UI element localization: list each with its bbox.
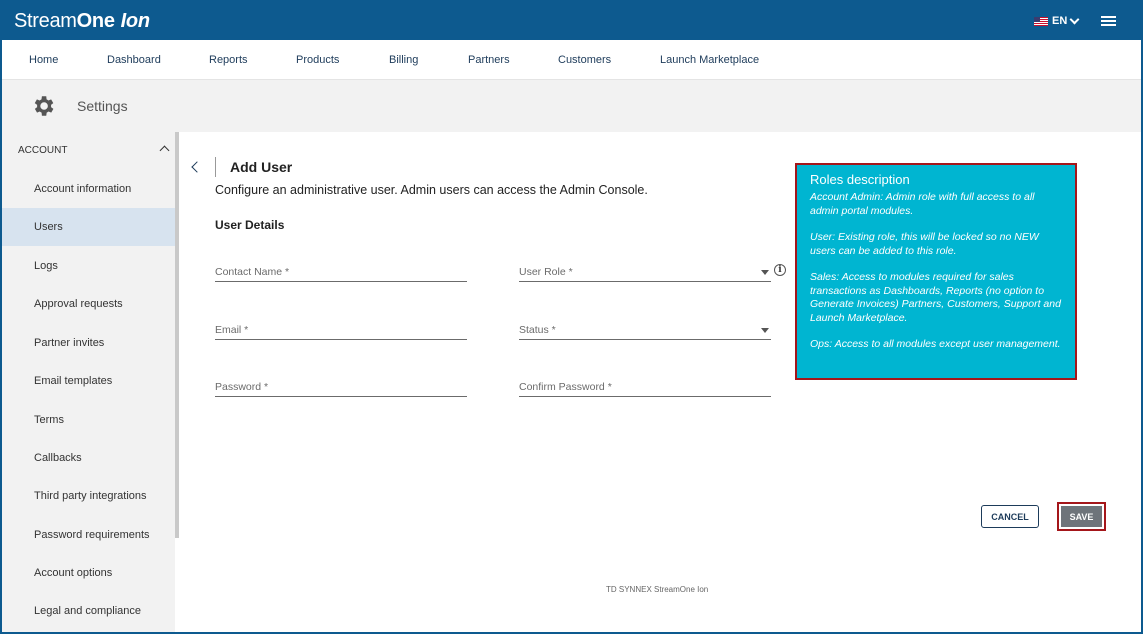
contact-name-field: [215, 262, 467, 282]
footer-text: TD SYNNEX StreamOne Ion: [606, 585, 709, 594]
roles-description-tooltip: Roles description Account Admin: Admin r…: [795, 163, 1077, 380]
roles-tooltip-title: Roles description: [810, 172, 910, 187]
settings-title: Settings: [77, 98, 128, 114]
confirm-password-field: [519, 377, 771, 397]
save-button[interactable]: SAVE: [1061, 506, 1102, 527]
sidebar-item-partner-invites[interactable]: Partner invites: [2, 324, 175, 362]
gear-icon: [34, 96, 54, 116]
brand-name-bold: One: [76, 10, 115, 32]
brand-logo[interactable]: StreamOne Ion: [14, 9, 150, 33]
user-role-select[interactable]: [519, 262, 771, 278]
info-icon[interactable]: i: [774, 264, 786, 276]
nav-item-billing[interactable]: Billing: [389, 54, 418, 66]
sidebar-item-logs[interactable]: Logs: [2, 247, 175, 285]
sidebar-item-terms[interactable]: Terms: [2, 401, 175, 439]
page-title: Add User: [230, 159, 293, 175]
sidebar-item-password-requirements[interactable]: Password requirements: [2, 516, 175, 554]
nav-item-dashboard[interactable]: Dashboard: [107, 54, 161, 66]
sidebar: ACCOUNT Account information Users Logs A…: [2, 132, 175, 632]
role-description-sales: Sales: Access to modules required for sa…: [810, 271, 1061, 324]
role-description-user: User: Existing role, this will be locked…: [810, 231, 1039, 257]
sidebar-item-callbacks[interactable]: Callbacks: [2, 439, 175, 477]
email-field: [215, 320, 467, 340]
top-bar: StreamOne Ion EN: [0, 0, 1143, 40]
language-label: EN: [1052, 15, 1068, 27]
password-input[interactable]: [215, 377, 467, 393]
brand-name-regular: Stream: [14, 10, 77, 32]
page-subtitle: Configure an administrative user. Admin …: [215, 183, 648, 197]
dropdown-arrow-icon[interactable]: [761, 328, 769, 333]
user-role-field: [519, 262, 771, 282]
save-button-highlight: SAVE: [1057, 502, 1106, 531]
sidebar-item-account-information[interactable]: Account information: [2, 170, 175, 208]
brand-name-suffix: Ion: [120, 10, 150, 32]
section-title-user-details: User Details: [215, 218, 285, 232]
sidebar-item-account-options[interactable]: Account options: [2, 554, 175, 592]
nav-item-products[interactable]: Products: [296, 54, 339, 66]
sidebar-item-users[interactable]: Users: [2, 208, 175, 246]
main-nav: Home Dashboard Reports Products Billing …: [2, 40, 1141, 80]
status-field: [519, 320, 771, 340]
role-description-ops: Ops: Access to all modules except user m…: [810, 338, 1061, 350]
hamburger-menu-icon[interactable]: [1101, 16, 1116, 26]
nav-item-partners[interactable]: Partners: [468, 54, 510, 66]
dropdown-arrow-icon[interactable]: [761, 270, 769, 275]
status-select[interactable]: [519, 320, 771, 336]
contact-name-input[interactable]: [215, 262, 467, 278]
role-description-account-admin: Account Admin: Admin role with full acce…: [810, 191, 1035, 217]
email-input[interactable]: [215, 320, 467, 336]
nav-item-customers[interactable]: Customers: [558, 54, 611, 66]
sidebar-scrollbar[interactable]: [175, 132, 179, 538]
nav-item-launch-marketplace[interactable]: Launch Marketplace: [660, 54, 759, 66]
cancel-button[interactable]: CANCEL: [981, 505, 1039, 528]
back-arrow-icon[interactable]: [191, 161, 203, 173]
nav-item-reports[interactable]: Reports: [209, 54, 248, 66]
sidebar-section-account[interactable]: ACCOUNT: [18, 145, 67, 156]
sidebar-item-email-templates[interactable]: Email templates: [2, 362, 175, 400]
confirm-password-input[interactable]: [519, 377, 771, 393]
settings-header: Settings: [2, 80, 1141, 132]
chevron-up-icon[interactable]: [159, 145, 170, 156]
password-field: [215, 377, 467, 397]
us-flag-icon: [1034, 16, 1048, 26]
nav-item-home[interactable]: Home: [29, 54, 58, 66]
language-selector[interactable]: EN: [1034, 14, 1080, 28]
sidebar-item-approval-requests[interactable]: Approval requests: [2, 285, 175, 323]
chevron-down-icon: [1069, 14, 1080, 24]
sidebar-item-third-party-integrations[interactable]: Third party integrations: [2, 477, 175, 515]
sidebar-item-legal-and-compliance[interactable]: Legal and compliance: [2, 592, 175, 630]
title-divider: [215, 157, 216, 177]
